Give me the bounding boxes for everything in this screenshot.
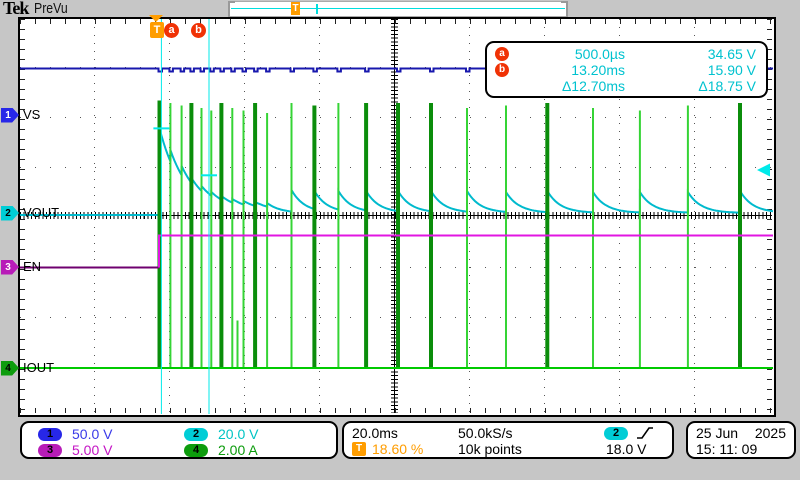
- graticule-gridline: [20, 19, 772, 24]
- channel4-icon: 4: [184, 444, 208, 457]
- datetime-box: 25 Jun 2025 15: 11: 09: [686, 421, 796, 459]
- channel1-icon: 1: [38, 428, 62, 441]
- cursor-b-icon: b: [495, 63, 509, 77]
- trigger-source-icon: 2: [604, 427, 628, 440]
- cursor-a-icon: a: [495, 47, 509, 61]
- channel1-scale: 50.0 V: [72, 426, 112, 442]
- trigger-level-readout: 18.0 V: [590, 441, 666, 457]
- cursor-delta-readout-row: Δ12.70ms Δ18.75 V: [495, 78, 756, 94]
- cursor-a-readout-row: a 500.0µs 34.65 V: [495, 46, 756, 62]
- channel4-signal-label: IOUT: [23, 360, 54, 375]
- record-length-readout: 10k points: [458, 441, 590, 457]
- graticule-gridline: [391, 19, 398, 413]
- brand-logo: Tek PreVu: [3, 0, 76, 17]
- channel3-scale-item[interactable]: 3 5.00 V: [38, 442, 184, 458]
- horizontal-trigger-box[interactable]: 20.0ms 50.0kS/s 2 T 18.60 % 10k points 1…: [342, 421, 674, 459]
- graticule-gridline: [20, 408, 772, 413]
- cursor-a-badge[interactable]: a: [164, 23, 179, 38]
- channel2-icon: 2: [184, 428, 208, 441]
- channel3-signal-label: EN: [23, 259, 41, 274]
- date-label: 25 Jun: [696, 425, 738, 441]
- year-label: 2025: [755, 425, 786, 441]
- channel2-ground-marker[interactable]: 2: [1, 206, 19, 221]
- channel1-ground-marker[interactable]: 1: [1, 108, 19, 123]
- cursor-delta-value: Δ18.75 V: [625, 78, 756, 94]
- trigger-position-badge[interactable]: T: [150, 22, 164, 38]
- cursor-b-badge[interactable]: b: [191, 23, 206, 38]
- cursor-readout-box: a 500.0µs 34.65 V b 13.20ms 15.90 V Δ12.…: [485, 41, 768, 98]
- trigger-position-flag[interactable]: [149, 15, 163, 22]
- cursor-a-time: 500.0µs: [521, 46, 625, 62]
- trigger-source-slope: 2: [590, 425, 666, 441]
- trigger-icon: T: [352, 442, 366, 456]
- rising-edge-icon: [636, 425, 654, 441]
- cursor-delta-time: Δ12.70ms: [521, 78, 625, 94]
- channel3-scale: 5.00 V: [72, 442, 112, 458]
- trigger-position-readout: T 18.60 %: [352, 441, 458, 457]
- channel1-scale-item[interactable]: 1 50.0 V: [38, 426, 184, 442]
- sample-rate-readout: 50.0kS/s: [458, 425, 590, 441]
- channel3-ground-marker[interactable]: 3: [1, 260, 19, 275]
- record-view-trigger-marker[interactable]: T: [291, 2, 300, 15]
- acquisition-mode-label: PreVu: [34, 0, 68, 17]
- channel2-scale: 20.0 V: [218, 426, 258, 442]
- cursor-b-readout-row: b 13.20ms 15.90 V: [495, 62, 756, 78]
- oscilloscope-screen: { "header": { "brand": "Tek", "mode": "P…: [0, 0, 800, 480]
- channel1-signal-label: VS: [23, 107, 40, 122]
- channel4-scale: 2.00 A: [218, 442, 258, 458]
- channel4-ground-marker[interactable]: 4: [1, 361, 19, 376]
- channel2-scale-item[interactable]: 2 20.0 V: [184, 426, 330, 442]
- channel2-signal-label: VOUT: [23, 205, 59, 220]
- record-view-waveform-line: [231, 8, 565, 9]
- trigger-position-value: 18.60 %: [372, 441, 423, 457]
- channel4-scale-item[interactable]: 4 2.00 A: [184, 442, 330, 458]
- channel3-icon: 3: [38, 444, 62, 457]
- cursor-a-value: 34.65 V: [625, 46, 756, 62]
- time-label: 15: 11: 09: [696, 441, 786, 457]
- cursor-b-value: 15.90 V: [625, 62, 756, 78]
- timebase-readout: 20.0ms: [352, 425, 458, 441]
- record-view-bar[interactable]: T: [228, 1, 568, 17]
- cursor-b-time: 13.20ms: [521, 62, 625, 78]
- record-view-cursor-marker[interactable]: [316, 4, 318, 14]
- channel-scales-box[interactable]: 1 50.0 V 2 20.0 V 3 5.00 V 4 2.00 A: [20, 421, 338, 459]
